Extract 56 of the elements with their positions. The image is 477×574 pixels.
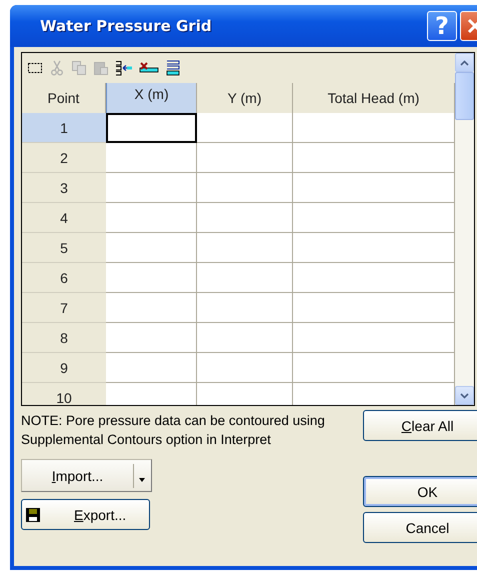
table-cell[interactable] (106, 263, 197, 293)
table-cell[interactable] (293, 383, 455, 405)
scroll-up-button[interactable] (455, 53, 474, 72)
insert-row-icon (115, 60, 133, 76)
table-cell[interactable] (293, 233, 455, 263)
window-title: Water Pressure Grid (40, 17, 212, 35)
export-button[interactable]: Export... (21, 499, 150, 530)
dropdown-arrow-icon[interactable] (138, 476, 146, 482)
table-cell[interactable] (106, 383, 197, 405)
scroll-thumb[interactable] (455, 72, 474, 120)
copy-icon (71, 60, 87, 76)
table-cell[interactable] (197, 293, 293, 323)
chevron-up-icon (460, 60, 469, 66)
cut-icon (49, 60, 65, 76)
table-cell[interactable] (197, 143, 293, 173)
table-cell[interactable] (197, 263, 293, 293)
table-cell[interactable] (197, 323, 293, 353)
help-button[interactable]: ? (427, 11, 457, 41)
selection-icon (27, 61, 43, 75)
clear-all-button[interactable]: Clear All (363, 410, 477, 441)
ok-button[interactable]: OK (363, 476, 477, 507)
table-cell[interactable] (106, 233, 197, 263)
table-cell[interactable] (106, 113, 197, 143)
table-cell[interactable] (293, 113, 455, 143)
table-cell[interactable] (106, 143, 197, 173)
select-tool[interactable] (26, 61, 44, 75)
table-cell[interactable] (293, 143, 455, 173)
table-cell[interactable] (106, 353, 197, 383)
table-cell[interactable] (106, 293, 197, 323)
scroll-down-button[interactable] (455, 386, 474, 405)
rows-icon (165, 59, 181, 77)
table-cell[interactable] (293, 323, 455, 353)
import-button[interactable]: Import... (21, 459, 152, 492)
table-cell[interactable] (293, 203, 455, 233)
insert-tool[interactable] (114, 60, 134, 76)
fill-tool[interactable] (164, 59, 182, 77)
table-cell[interactable] (293, 263, 455, 293)
table-cell[interactable] (293, 353, 455, 383)
table-cell[interactable] (197, 203, 293, 233)
table-cell[interactable] (197, 233, 293, 263)
scrollbar[interactable] (455, 53, 474, 405)
table-cell[interactable] (197, 173, 293, 203)
table-cell[interactable] (293, 293, 455, 323)
note-text: NOTE: Pore pressure data can be contoured using Supplemental Contours option in Interpret (21, 412, 326, 449)
row-header[interactable]: 1 (22, 113, 106, 143)
chevron-down-icon (460, 392, 469, 398)
table-cell[interactable] (197, 383, 293, 405)
table-cell[interactable] (197, 353, 293, 383)
table-cell[interactable] (197, 113, 293, 143)
column-header[interactable]: X (m) (106, 83, 197, 113)
table-cell[interactable] (106, 203, 197, 233)
table-cell[interactable] (106, 323, 197, 353)
table-cell[interactable] (106, 173, 197, 203)
cancel-button[interactable]: Cancel (363, 512, 477, 543)
table-cell[interactable] (293, 173, 455, 203)
paste-icon (93, 60, 109, 76)
